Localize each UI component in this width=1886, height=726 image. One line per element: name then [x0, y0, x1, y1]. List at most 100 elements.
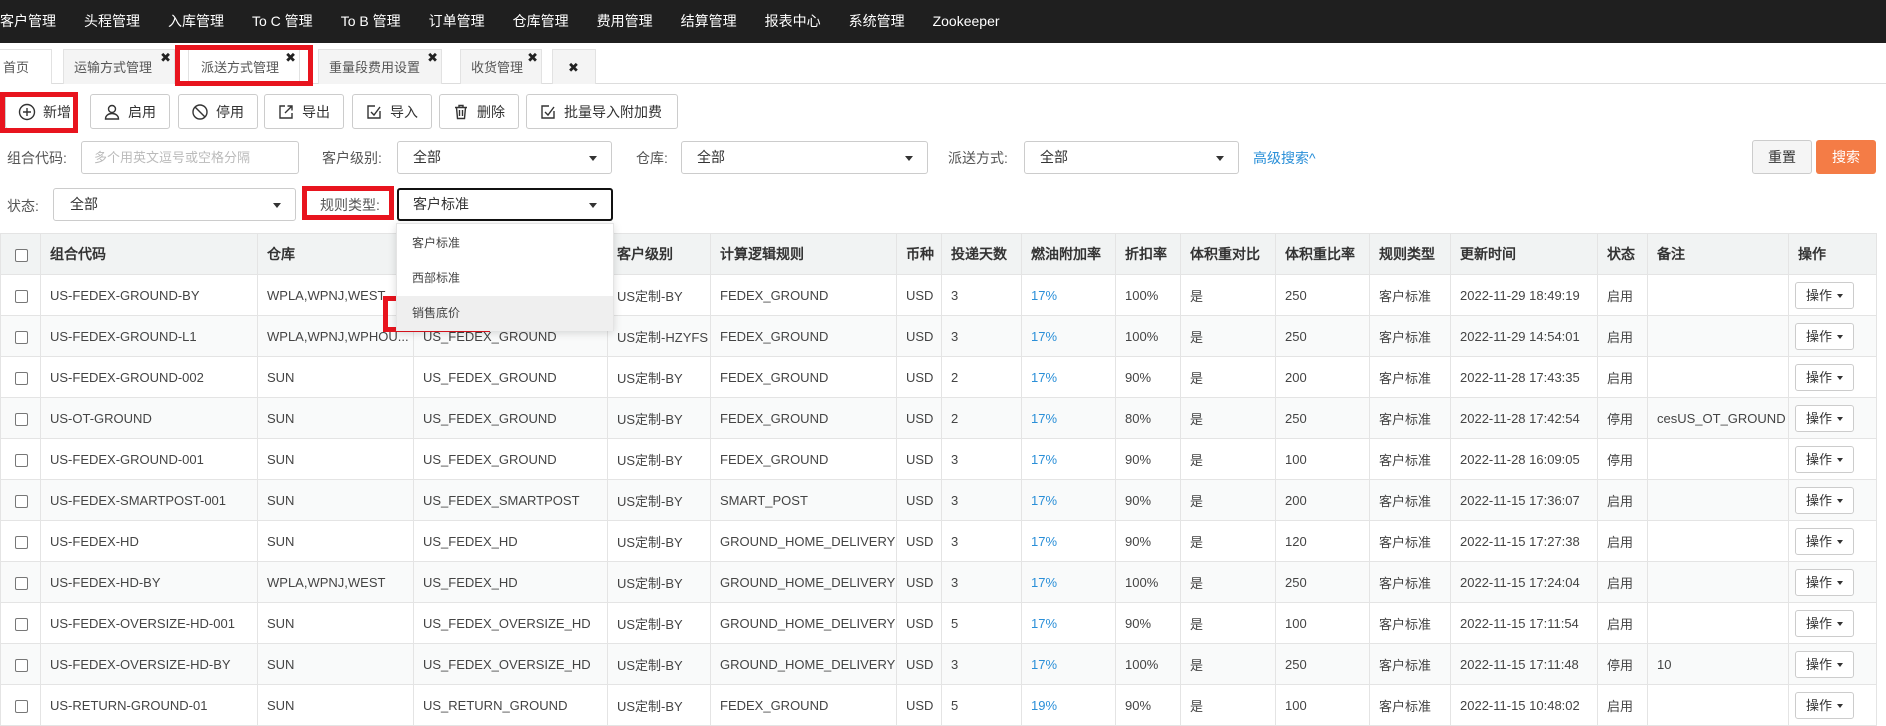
row-select-cell [0, 561, 41, 603]
nav-item[interactable]: 客户管理 [0, 0, 70, 43]
tab-delivery-method[interactable]: 派送方式管理 ✖ [188, 49, 300, 84]
nav-item[interactable]: 入库管理 [154, 0, 238, 43]
select-all-checkbox[interactable] [15, 248, 28, 262]
operation-dropdown-button[interactable]: 操作 [1795, 404, 1855, 432]
warehouse-select[interactable]: 全部 [681, 141, 928, 174]
nav-item[interactable]: 结算管理 [667, 0, 751, 43]
enable-button-label: 启用 [128, 103, 156, 120]
operation-cell: 操作 [1788, 684, 1877, 726]
dropdown-option-western-standard[interactable]: 西部标准 [397, 261, 613, 296]
row-checkbox[interactable] [15, 699, 28, 713]
nav-item[interactable]: To C 管理 [238, 0, 327, 43]
add-button[interactable]: 新增 [5, 94, 77, 129]
tab-close-icon[interactable]: ✖ [527, 40, 538, 75]
table-row[interactable]: US-FEDEX-GROUND-L1 WPLA,WPNJ,WPHOU... US_F… [0, 315, 1877, 357]
nav-item[interactable]: 订单管理 [415, 0, 499, 43]
operation-dropdown-button[interactable]: 操作 [1795, 486, 1855, 514]
table-cell: SUN [257, 397, 414, 439]
nav-item[interactable]: 仓库管理 [499, 0, 583, 43]
table-row[interactable]: US-FEDEX-OVERSIZE-HD-BY SUN US_FEDEX_OVERS… [0, 643, 1877, 685]
nav-item[interactable]: 费用管理 [583, 0, 667, 43]
row-checkbox[interactable] [15, 494, 28, 508]
row-checkbox[interactable] [15, 617, 28, 631]
status-select[interactable]: 全部 [53, 188, 296, 221]
search-button[interactable]: 搜索 [1816, 140, 1876, 174]
operation-label: 操作 [1806, 328, 1833, 344]
row-checkbox[interactable] [15, 658, 28, 672]
table-cell: 客户标准 [1369, 356, 1451, 398]
export-button[interactable]: 导出 [264, 94, 344, 129]
tab-home[interactable]: 首页 [0, 49, 52, 84]
nav-item[interactable]: To B 管理 [327, 0, 415, 43]
nav-item[interactable]: 系统管理 [835, 0, 919, 43]
delete-button[interactable]: 删除 [439, 94, 519, 129]
operation-dropdown-button[interactable]: 操作 [1795, 281, 1855, 309]
table-row[interactable]: US-FEDEX-GROUND-002 SUN US_FEDEX_GROUND US定… [0, 356, 1877, 398]
nav-item[interactable]: Zookeeper [919, 0, 1014, 43]
table-cell: 启用 [1597, 684, 1648, 726]
import-button[interactable]: 导入 [352, 94, 432, 129]
table-cell: US_FEDEX_GROUND [413, 397, 608, 439]
table-cell: US定制-BY [607, 561, 711, 603]
customer-level-select[interactable]: 全部 [397, 141, 612, 174]
row-checkbox[interactable] [15, 330, 28, 344]
tab-close-icon[interactable]: ✖ [160, 40, 171, 75]
dropdown-option-customer-standard[interactable]: 客户标准 [397, 226, 613, 261]
caret-down-icon [1837, 376, 1844, 381]
table-row[interactable]: US-FEDEX-GROUND-BY WPLA,WPNJ,WEST US定制-BY F… [0, 274, 1877, 316]
table-cell: USD [896, 479, 942, 521]
row-checkbox[interactable] [15, 576, 28, 590]
table-row[interactable]: US-FEDEX-OVERSIZE-HD-001 SUN US_FEDEX_OVER… [0, 602, 1877, 644]
table-cell: 250 [1275, 397, 1370, 439]
tab-close-icon[interactable]: ✖ [427, 40, 438, 75]
batch-import-surcharge-button[interactable]: 批量导入附加费 [526, 94, 678, 129]
tab-receiving-management[interactable]: 收货管理 ✖ [460, 49, 542, 84]
operation-dropdown-button[interactable]: 操作 [1795, 691, 1855, 719]
table-row[interactable]: US-OT-GROUND SUN US_FEDEX_GROUND US定制-BY FED… [0, 397, 1877, 439]
operation-label: 操作 [1806, 287, 1833, 303]
table-row[interactable]: US-FEDEX-HD-BY WPLA,WPNJ,WEST US_FEDEX_HD U… [0, 561, 1877, 603]
table-cell: 80% [1115, 397, 1181, 439]
operation-dropdown-button[interactable]: 操作 [1795, 568, 1855, 596]
row-checkbox[interactable] [15, 289, 28, 303]
table-cell: 250 [1275, 274, 1370, 316]
rule-type-select[interactable]: 客户标准 [397, 188, 613, 221]
table-cell: USD [896, 561, 942, 603]
table-cell: 客户标准 [1369, 274, 1451, 316]
enable-button[interactable]: 启用 [90, 94, 170, 129]
row-checkbox[interactable] [15, 453, 28, 467]
tab-label: 派送方式管理 [201, 60, 280, 75]
disable-button[interactable]: 停用 [178, 94, 258, 129]
table-cell: 5 [941, 602, 1022, 644]
delivery-method-select[interactable]: 全部 [1024, 141, 1239, 174]
operation-dropdown-button[interactable]: 操作 [1795, 609, 1855, 637]
advanced-search-link[interactable]: 高级搜索^ [1253, 148, 1316, 168]
table-row[interactable]: US-FEDEX-GROUND-001 SUN US_FEDEX_GROUND US定… [0, 438, 1877, 480]
table-row[interactable]: US-FEDEX-SMARTPOST-001 SUN US_FEDEX_SMARTP… [0, 479, 1877, 521]
reset-button[interactable]: 重置 [1752, 140, 1812, 174]
close-all-tabs-button[interactable]: ✖ [552, 49, 596, 84]
operation-dropdown-button[interactable]: 操作 [1795, 527, 1855, 555]
nav-item[interactable]: 报表中心 [751, 0, 835, 43]
table-row[interactable]: US-RETURN-GROUND-01 SUN US_RETURN_GROUND US… [0, 684, 1877, 726]
operation-dropdown-button[interactable]: 操作 [1795, 363, 1855, 391]
tab-transport-method[interactable]: 运输方式管理 ✖ [63, 49, 175, 84]
table-cell: 2 [941, 397, 1022, 439]
table-cell [1647, 479, 1789, 521]
operation-dropdown-button[interactable]: 操作 [1795, 650, 1855, 678]
row-checkbox[interactable] [15, 371, 28, 385]
table-cell: 客户标准 [1369, 643, 1451, 685]
dropdown-option-sales-floor-price[interactable]: 销售底价 [397, 296, 613, 331]
operation-label: 操作 [1806, 451, 1833, 467]
tab-weight-fee-settings[interactable]: 重量段费用设置 ✖ [318, 49, 442, 84]
caret-down-icon [1837, 622, 1844, 627]
operation-dropdown-button[interactable]: 操作 [1795, 322, 1855, 350]
tab-close-icon[interactable]: ✖ [285, 40, 296, 75]
operation-dropdown-button[interactable]: 操作 [1795, 445, 1855, 473]
group-code-input[interactable]: 多个用英文逗号或空格分隔 [81, 141, 299, 174]
nav-item[interactable]: 头程管理 [70, 0, 154, 43]
table-cell: US定制-BY [607, 643, 711, 685]
row-checkbox[interactable] [15, 535, 28, 549]
table-row[interactable]: US-FEDEX-HD SUN US_FEDEX_HD US定制-BY GROUND_H… [0, 520, 1877, 562]
row-checkbox[interactable] [15, 412, 28, 426]
